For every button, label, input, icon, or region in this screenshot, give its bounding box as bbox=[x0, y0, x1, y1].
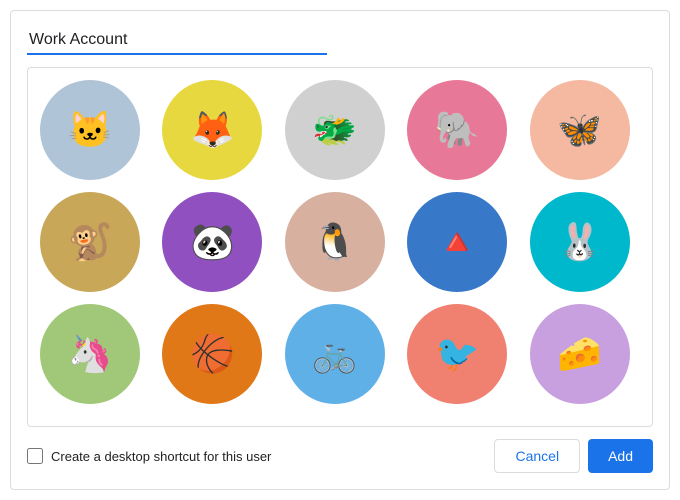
profile-name-input[interactable] bbox=[27, 27, 327, 55]
input-wrapper bbox=[27, 27, 653, 55]
avatar-grid-wrapper[interactable]: 🐱🦊🐲🐘🦋 🐒🐼🐧🔺🐰 🦄🏀🚲🐦🧀 bbox=[28, 68, 652, 426]
avatar-origami-elephant[interactable]: 🐘 bbox=[407, 80, 507, 180]
avatar-origami-cat[interactable]: 🐱 bbox=[40, 80, 140, 180]
avatar-origami-origami2[interactable]: 🦋 bbox=[530, 80, 630, 180]
avatar-origami-penguin[interactable]: 🐧 bbox=[285, 192, 385, 292]
avatar-origami-fox[interactable]: 🦊 bbox=[162, 80, 262, 180]
avatar-bicycle[interactable]: 🚲 bbox=[285, 304, 385, 404]
avatar-basketball[interactable]: 🏀 bbox=[162, 304, 262, 404]
avatar-origami-unicorn[interactable]: 🦄 bbox=[40, 304, 140, 404]
avatar-origami-bird-blue[interactable]: 🔺 bbox=[407, 192, 507, 292]
dialog-footer: Create a desktop shortcut for this user … bbox=[27, 439, 653, 473]
avatar-scroll-container: 🐱🦊🐲🐘🦋 🐒🐼🐧🔺🐰 🦄🏀🚲🐦🧀 bbox=[27, 67, 653, 427]
avatar-origami-rabbit[interactable]: 🐰 bbox=[530, 192, 630, 292]
avatar-cheese[interactable]: 🧀 bbox=[530, 304, 630, 404]
desktop-shortcut-label[interactable]: Create a desktop shortcut for this user bbox=[27, 448, 271, 464]
avatar-origami-dragon[interactable]: 🐲 bbox=[285, 80, 385, 180]
profile-dialog: 🐱🦊🐲🐘🦋 🐒🐼🐧🔺🐰 🦄🏀🚲🐦🧀 Create a desktop shortcu… bbox=[10, 10, 670, 490]
avatar-grid: 🐱🦊🐲🐘🦋 🐒🐼🐧🔺🐰 🦄🏀🚲🐦🧀 bbox=[40, 80, 640, 404]
avatar-origami-monkey[interactable]: 🐒 bbox=[40, 192, 140, 292]
desktop-shortcut-text: Create a desktop shortcut for this user bbox=[51, 449, 271, 464]
action-buttons: Cancel Add bbox=[494, 439, 653, 473]
avatar-origami-panda[interactable]: 🐼 bbox=[162, 192, 262, 292]
add-button[interactable]: Add bbox=[588, 439, 653, 473]
cancel-button[interactable]: Cancel bbox=[494, 439, 580, 473]
desktop-shortcut-checkbox[interactable] bbox=[27, 448, 43, 464]
avatar-origami-redbird[interactable]: 🐦 bbox=[407, 304, 507, 404]
